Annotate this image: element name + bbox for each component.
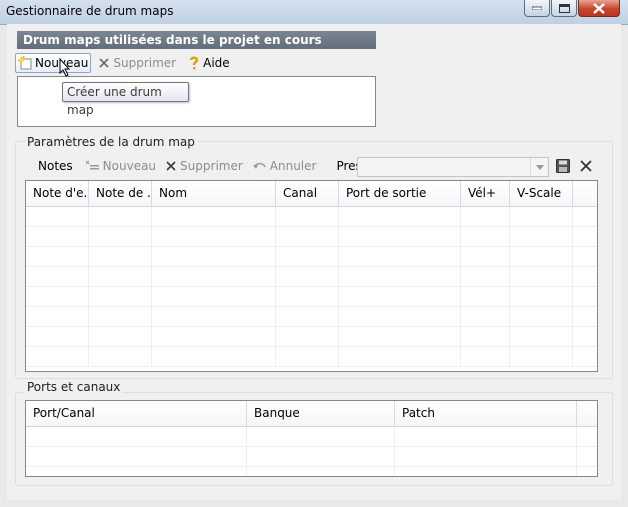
delete-map-button[interactable]: Supprimer xyxy=(95,53,179,73)
new-map-tooltip: Créer une drum map xyxy=(62,82,189,117)
window-titlebar: Gestionnaire de drum maps xyxy=(0,0,628,25)
new-document-icon xyxy=(18,56,32,70)
col-port-canal[interactable]: Port/Canal xyxy=(26,401,247,426)
maximize-button[interactable] xyxy=(551,0,577,17)
close-x-icon[interactable] xyxy=(579,159,593,173)
x-delete-icon xyxy=(166,161,176,171)
x-delete-icon xyxy=(99,58,109,68)
presets-dropdown[interactable] xyxy=(357,157,549,177)
window-title: Gestionnaire de drum maps xyxy=(6,4,174,18)
table-row[interactable] xyxy=(26,227,597,247)
help-label: Aide xyxy=(203,56,230,70)
col-vel-plus[interactable]: Vél+ xyxy=(461,181,510,206)
params-table-body xyxy=(26,207,597,367)
delete-map-label: Supprimer xyxy=(113,56,177,70)
table-row[interactable] xyxy=(26,327,597,347)
new-note-button[interactable]: Nouveau xyxy=(82,156,159,176)
table-row[interactable] xyxy=(26,287,597,307)
ports-table-header: Port/Canal Banque Patch xyxy=(26,401,597,427)
chevron-down-icon xyxy=(530,158,548,176)
mouse-cursor-icon xyxy=(59,58,71,77)
minimize-button[interactable] xyxy=(524,0,550,17)
save-disk-icon[interactable] xyxy=(556,159,571,174)
table-row[interactable] xyxy=(26,447,597,467)
table-row[interactable] xyxy=(26,427,597,447)
col-v-scale[interactable]: V-Scale xyxy=(510,181,573,206)
ports-group-label: Ports et canaux xyxy=(25,380,123,394)
table-row[interactable] xyxy=(26,467,597,476)
col-canal[interactable]: Canal xyxy=(276,181,339,206)
params-toolbar: Notes Nouveau Supprimer Annuler Presets xyxy=(35,156,383,176)
col-note-entree[interactable]: Note d'e... xyxy=(26,181,89,206)
close-icon xyxy=(593,2,605,14)
undo-icon xyxy=(252,162,266,169)
help-question-icon xyxy=(189,56,199,70)
minimize-icon xyxy=(532,6,542,10)
maps-toolbar: Nouveau Supprimer Aide xyxy=(15,53,233,73)
ports-table-body xyxy=(26,427,597,476)
drum-map-params-table[interactable]: Note d'e... Note de ... Nom Canal Port d… xyxy=(25,180,598,372)
delete-note-button[interactable]: Supprimer xyxy=(162,156,246,176)
params-table-header: Note d'e... Note de ... Nom Canal Port d… xyxy=(26,181,597,207)
col-nom[interactable]: Nom xyxy=(152,181,276,206)
col-banque[interactable]: Banque xyxy=(247,401,395,426)
new-map-button[interactable]: Nouveau xyxy=(15,53,92,73)
new-row-icon xyxy=(85,160,99,170)
help-button[interactable]: Aide xyxy=(185,53,233,73)
table-row[interactable] xyxy=(26,347,597,367)
maps-section-header: Drum maps utilisées dans le projet en co… xyxy=(17,31,376,49)
close-window-button[interactable] xyxy=(578,0,620,17)
delete-note-label: Supprimer xyxy=(180,159,243,173)
ports-channels-table[interactable]: Port/Canal Banque Patch xyxy=(25,400,598,477)
col-port-sortie[interactable]: Port de sortie xyxy=(339,181,461,206)
notes-button[interactable]: Notes xyxy=(35,156,76,176)
window-client: Drum maps utilisées dans le projet en co… xyxy=(7,24,621,500)
col-note-sortie[interactable]: Note de ... xyxy=(89,181,152,206)
undo-button[interactable]: Annuler xyxy=(250,156,320,176)
maximize-icon xyxy=(558,3,570,13)
table-row[interactable] xyxy=(26,267,597,287)
col-patch[interactable]: Patch xyxy=(395,401,577,426)
new-note-label: Nouveau xyxy=(102,159,157,173)
undo-label: Annuler xyxy=(269,159,317,173)
table-row[interactable] xyxy=(26,307,597,327)
params-group-label: Paramètres de la drum map xyxy=(25,135,197,149)
table-row[interactable] xyxy=(26,207,597,227)
notes-label: Notes xyxy=(38,159,73,173)
window-controls xyxy=(524,0,620,17)
table-row[interactable] xyxy=(26,247,597,267)
